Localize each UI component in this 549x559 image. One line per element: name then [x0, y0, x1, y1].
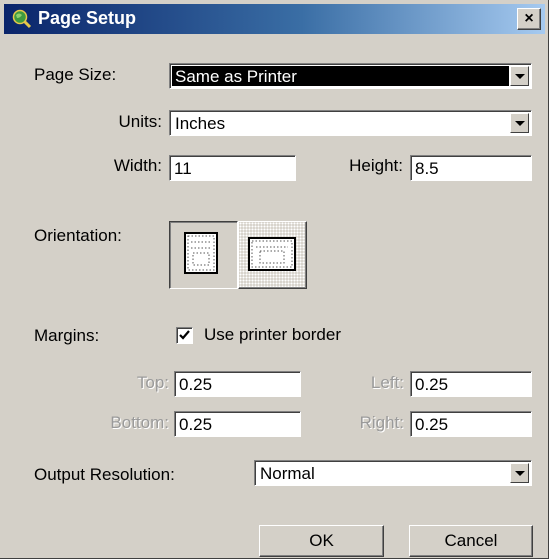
bottom-margin-input[interactable]: [177, 414, 298, 435]
title-bar[interactable]: Page Setup ×: [4, 4, 545, 34]
portrait-page-icon: [184, 232, 218, 274]
page-size-value: Same as Printer: [172, 66, 509, 86]
landscape-page-icon: [248, 237, 296, 271]
check-icon: [179, 330, 190, 340]
page-size-label: Page Size:: [34, 65, 117, 84]
left-margin-input[interactable]: [413, 374, 529, 395]
bottom-margin-field[interactable]: [174, 411, 301, 437]
units-value: Inches: [175, 114, 226, 133]
right-margin-field[interactable]: [410, 411, 532, 437]
right-margin-label: Right:: [359, 413, 404, 432]
output-resolution-label: Output Resolution:: [34, 465, 175, 484]
use-printer-border-checkbox[interactable]: [176, 327, 193, 344]
portrait-orientation-button[interactable]: [169, 221, 238, 289]
width-label: Width:: [113, 156, 162, 175]
cancel-button[interactable]: Cancel: [409, 525, 533, 557]
window-title: Page Setup: [38, 8, 137, 28]
output-resolution-select[interactable]: Normal: [254, 460, 532, 486]
top-margin-input[interactable]: [177, 374, 298, 395]
output-resolution-value: Normal: [260, 464, 315, 483]
width-field[interactable]: [169, 155, 296, 181]
units-select[interactable]: Inches: [169, 110, 532, 136]
height-input[interactable]: [413, 158, 529, 179]
left-margin-label: Left:: [370, 373, 404, 392]
right-margin-input[interactable]: [413, 414, 529, 435]
ok-button[interactable]: OK: [259, 525, 384, 557]
page-size-select[interactable]: Same as Printer: [169, 63, 532, 89]
units-label: Units:: [118, 112, 162, 131]
chevron-down-icon[interactable]: [510, 463, 529, 483]
left-margin-field[interactable]: [410, 371, 532, 397]
width-input[interactable]: [172, 158, 293, 179]
height-field[interactable]: [410, 155, 532, 181]
margins-label: Margins:: [34, 326, 100, 345]
height-label: Height:: [349, 156, 403, 175]
orientation-label: Orientation:: [34, 226, 122, 245]
landscape-orientation-button[interactable]: [238, 221, 307, 289]
chevron-down-icon[interactable]: [510, 113, 529, 133]
use-printer-border-label[interactable]: Use printer border: [204, 325, 341, 345]
chevron-down-icon[interactable]: [510, 66, 529, 86]
close-button[interactable]: ×: [517, 8, 541, 30]
top-margin-label: Top:: [136, 373, 169, 392]
page-setup-dialog: Page Setup × Page Size: Same as Printer …: [0, 0, 549, 559]
top-margin-field[interactable]: [174, 371, 301, 397]
bottom-margin-label: Bottom:: [110, 413, 169, 432]
globe-magnifier-icon: [12, 9, 32, 29]
